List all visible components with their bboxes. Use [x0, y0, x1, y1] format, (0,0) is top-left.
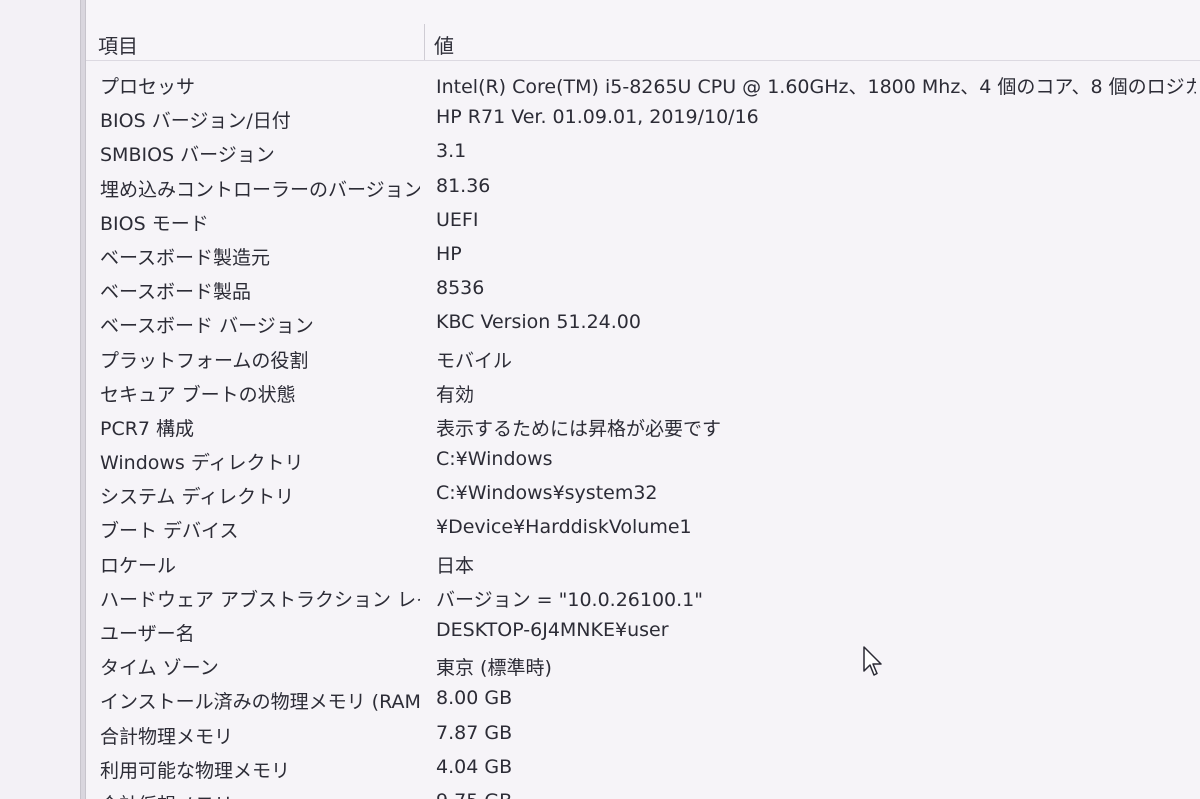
row-value: DESKTOP-6J4MNKE¥user — [436, 619, 669, 641]
table-row[interactable]: プラットフォームの役割 モバイル — [86, 342, 1200, 376]
list-header: 項目 値 — [86, 0, 1200, 61]
table-row[interactable]: システム ディレクトリ C:¥Windows¥system32 — [86, 478, 1200, 512]
row-value: Intel(R) Core(TM) i5-8265U CPU @ 1.60GHz… — [436, 76, 1196, 98]
table-row[interactable]: PCR7 構成 表示するためには昇格が必要です — [86, 410, 1200, 444]
row-value: バージョン = "10.0.26100.1" — [436, 588, 704, 611]
row-item-label: ベースボード バージョン — [100, 315, 314, 338]
table-row[interactable]: ベースボード製造元 HP — [86, 239, 1200, 273]
row-item-label: ハードウェア アブストラクション レイヤー — [100, 588, 420, 611]
row-value: C:¥Windows — [436, 448, 553, 471]
mouse-pointer-icon — [863, 646, 882, 676]
row-item-label: BIOS モード — [100, 212, 209, 235]
table-row[interactable]: ブート デバイス ¥Device¥HarddiskVolume1 — [86, 512, 1200, 546]
list-rows: プロセッサ Intel(R) Core(TM) i5-8265U CPU @ 1.… — [86, 68, 1200, 799]
row-value: 81.36 — [436, 174, 491, 197]
row-item-label: プロセッサ — [100, 76, 196, 98]
row-value: 9.75 GB — [436, 790, 1196, 799]
row-value: HP — [436, 242, 462, 265]
table-row[interactable]: Windows ディレクトリ C:¥Windows — [86, 444, 1200, 478]
table-row[interactable]: プロセッサ Intel(R) Core(TM) i5-8265U CPU @ 1.… — [86, 68, 1200, 102]
column-header-value[interactable]: 値 — [434, 30, 454, 59]
row-item-label: 利用可能な物理メモリ — [100, 759, 291, 782]
row-value: 7.87 GB — [436, 721, 513, 744]
row-item-label: ロケール — [100, 554, 177, 577]
table-row[interactable]: 埋め込みコントローラーのバージョン 81.36 — [86, 171, 1200, 205]
table-row[interactable]: BIOS バージョン/日付 HP R71 Ver. 01.09.01, 2019/… — [86, 102, 1200, 136]
row-item-label: 合計物理メモリ — [100, 725, 234, 748]
row-value: KBC Version 51.24.00 — [436, 311, 641, 334]
column-header-item[interactable]: 項目 — [98, 30, 138, 59]
row-value: 3.1 — [436, 140, 467, 163]
table-row[interactable]: 利用可能な物理メモリ 4.04 GB — [86, 752, 1200, 786]
row-value: 8536 — [436, 277, 485, 300]
row-item-label: システム ディレクトリ — [100, 486, 295, 509]
row-item-label: タイム ゾーン — [100, 657, 219, 680]
table-row[interactable]: ハードウェア アブストラクション レイヤーバージョン = "10.0.26100… — [86, 581, 1200, 615]
row-item-label: SMBIOS バージョン — [100, 144, 275, 167]
table-row[interactable]: 合計物理メモリ 7.87 GB — [86, 718, 1200, 752]
row-item-label: セキュア ブートの状態 — [100, 383, 296, 406]
row-item-label: ユーザー名 — [100, 623, 195, 645]
column-separator[interactable] — [424, 24, 425, 60]
row-value: UEFI — [436, 208, 479, 231]
row-item-label: ベースボード製品 — [100, 281, 252, 304]
system-summary-list[interactable]: 項目 値 プロセッサ Intel(R) Core(TM) i5-8265U CPU… — [86, 0, 1200, 799]
row-item-label: プラットフォームの役割 — [100, 349, 309, 372]
row-item-label: BIOS バージョン/日付 — [100, 110, 291, 133]
table-row[interactable]: BIOS モード UEFI — [86, 205, 1200, 239]
row-item-label: Windows ディレクトリ — [100, 452, 304, 475]
row-value: C:¥Windows¥system32 — [436, 482, 658, 505]
table-row[interactable]: ロケール 日本 — [86, 547, 1200, 581]
category-tree-pane[interactable] — [0, 0, 80, 799]
row-value: 有効 — [436, 383, 475, 406]
table-row[interactable]: セキュア ブートの状態 有効 — [86, 376, 1200, 410]
row-value: ¥Device¥HarddiskVolume1 — [436, 516, 692, 539]
row-value: 日本 — [436, 554, 475, 577]
row-value: 8.00 GB — [436, 687, 513, 710]
row-item-label: PCR7 構成 — [100, 417, 195, 440]
row-item-label: ブート デバイス — [100, 520, 239, 543]
row-item-label: ベースボード製造元 — [100, 246, 271, 269]
table-row[interactable]: 合計仮想メモリ 9.75 GB — [86, 786, 1200, 799]
row-value: 東京 (標準時) — [436, 657, 552, 680]
row-value: HP R71 Ver. 01.09.01, 2019/10/16 — [436, 106, 759, 129]
row-value: 4.04 GB — [436, 755, 513, 778]
row-value: 表示するためには昇格が必要です — [436, 417, 722, 440]
table-row[interactable]: インストール済みの物理メモリ (RAM) 8.00 GB — [86, 683, 1200, 717]
row-item-label: インストール済みの物理メモリ (RAM) — [100, 691, 420, 714]
row-value: モバイル — [436, 349, 513, 372]
table-row[interactable]: ベースボード製品 8536 — [86, 273, 1200, 307]
table-row[interactable]: ユーザー名 DESKTOP-6J4MNKE¥user — [86, 615, 1200, 649]
row-item-label: 埋め込みコントローラーのバージョン — [100, 178, 420, 201]
table-row[interactable]: SMBIOS バージョン 3.1 — [86, 136, 1200, 170]
table-row[interactable]: タイム ゾーン 東京 (標準時) — [86, 649, 1200, 683]
row-item-label: 合計仮想メモリ — [100, 790, 420, 799]
table-row[interactable]: ベースボード バージョン KBC Version 51.24.00 — [86, 307, 1200, 341]
